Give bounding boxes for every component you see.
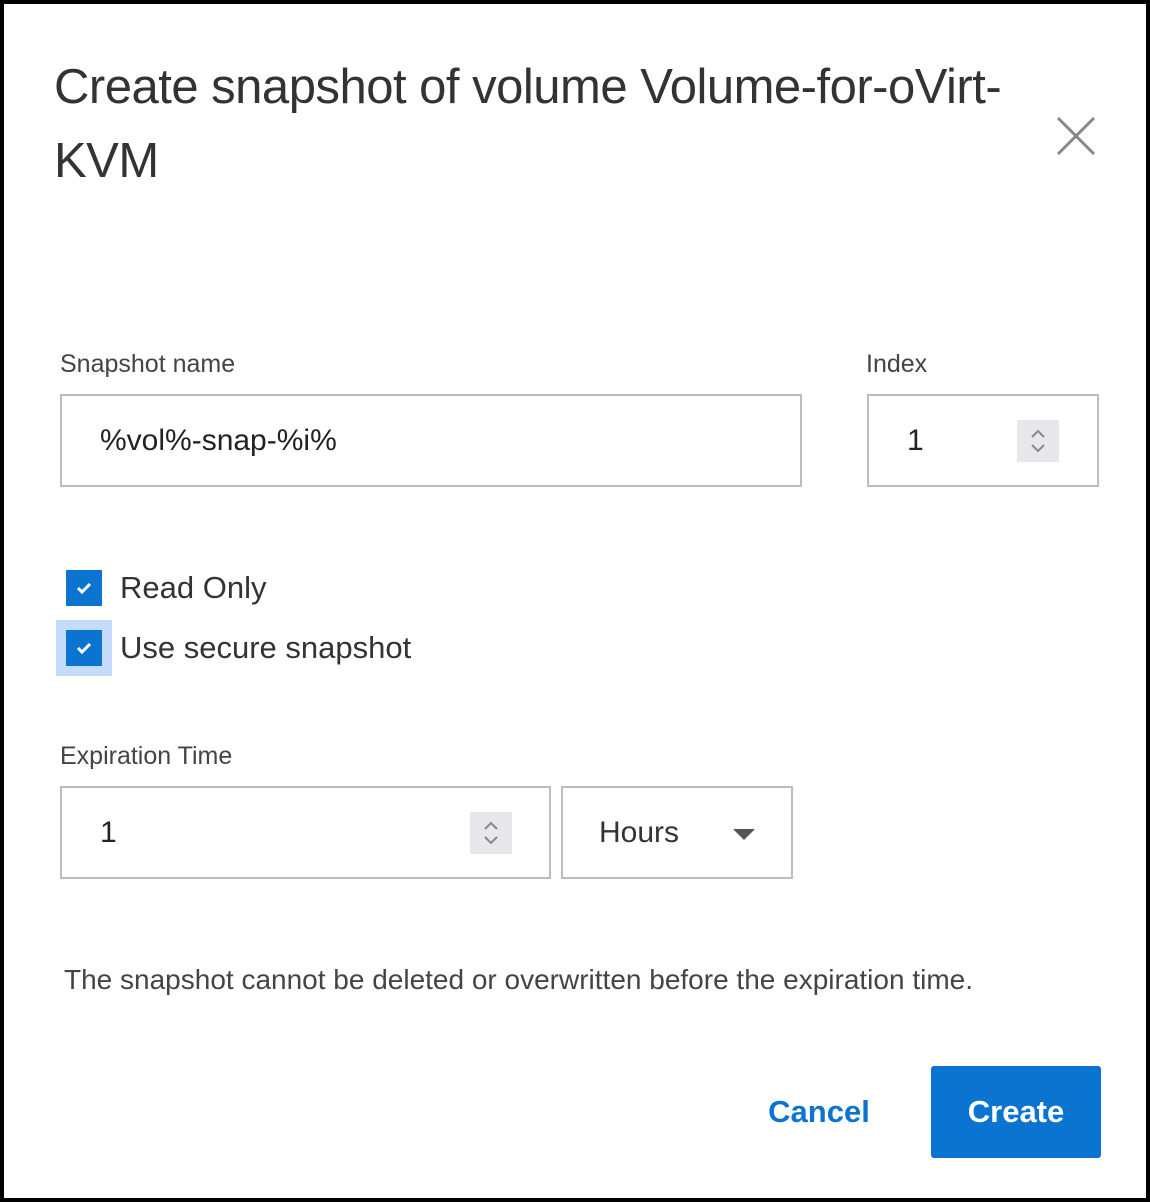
index-value: 1 [907, 423, 924, 457]
chevron-down-icon [1031, 443, 1045, 452]
read-only-checkbox[interactable] [56, 560, 112, 616]
chevron-up-icon [484, 821, 498, 830]
expiration-unit-value: Hours [599, 815, 680, 849]
chevron-up-icon [1031, 429, 1045, 438]
check-icon [76, 642, 92, 655]
create-button[interactable]: Create [931, 1066, 1101, 1158]
index-stepper[interactable] [1017, 419, 1059, 462]
secure-snapshot-checkbox[interactable] [56, 620, 112, 676]
expiration-value: 1 [100, 815, 117, 849]
index-input[interactable]: 1 [867, 394, 1099, 487]
dialog-title: Create snapshot of volume Volume-for-oVi… [54, 60, 1002, 188]
create-snapshot-dialog: Create snapshot of volume Volume-for-oVi… [4, 4, 1146, 1198]
secure-snapshot-label: Use secure snapshot [120, 630, 412, 665]
snapshot-name-value: %vol%-snap-%i% [100, 423, 337, 457]
caret-down-icon [733, 829, 755, 840]
read-only-label: Read Only [120, 570, 267, 605]
snapshot-name-label: Snapshot name [60, 350, 236, 378]
expiration-unit-select[interactable]: Hours [561, 786, 793, 879]
close-icon [1056, 116, 1096, 156]
expiration-value-input[interactable]: 1 [60, 786, 551, 879]
close-button[interactable] [1054, 114, 1098, 158]
check-icon [76, 582, 92, 595]
expiration-time-label: Expiration Time [60, 742, 233, 770]
chevron-down-icon [484, 835, 498, 844]
cancel-button[interactable]: Cancel [744, 1066, 894, 1158]
snapshot-name-input[interactable]: %vol%-snap-%i% [60, 394, 802, 487]
secure-snapshot-option[interactable]: Use secure snapshot [56, 620, 411, 676]
index-label: Index [866, 350, 928, 378]
expiration-stepper[interactable] [470, 811, 512, 854]
expiration-note: The snapshot cannot be deleted or overwr… [64, 964, 973, 995]
read-only-option[interactable]: Read Only [56, 560, 266, 616]
